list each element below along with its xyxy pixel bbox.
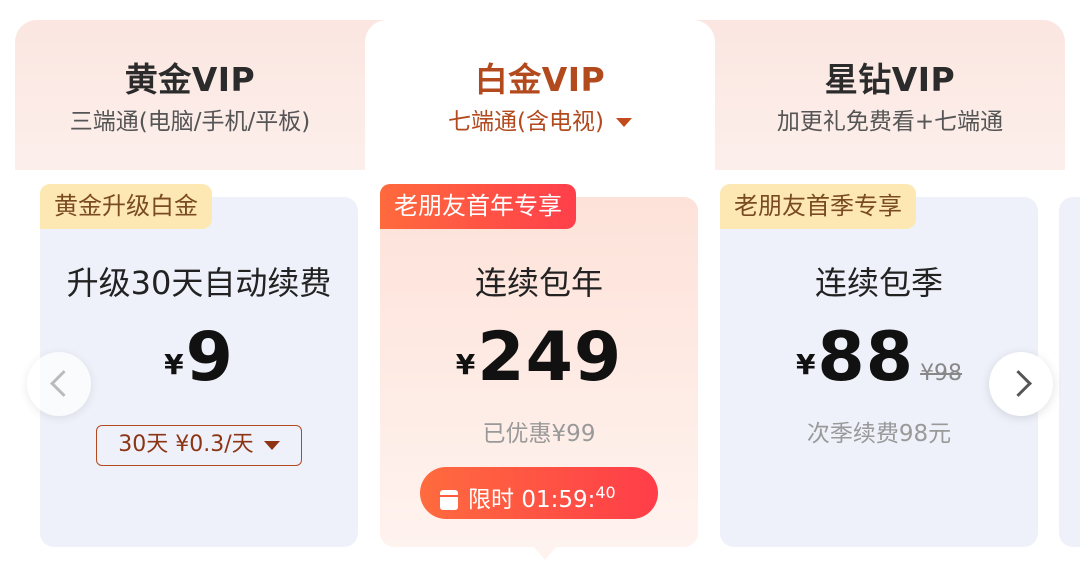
period-select-label: 30天 ¥0.3/天 bbox=[118, 432, 254, 457]
plan-name: 连续包年 bbox=[474, 264, 603, 302]
currency-symbol: ¥ bbox=[455, 348, 476, 381]
promo-badge: 老朋友首季专享 bbox=[720, 184, 916, 229]
tab-platinum-vip[interactable]: 白金VIP 七端通(含电视) bbox=[365, 20, 715, 170]
tab-title: 黄金VIP bbox=[124, 60, 256, 99]
currency-symbol: ¥ bbox=[795, 348, 816, 381]
timer-time: 01:59: bbox=[521, 487, 596, 513]
tab-gold-vip[interactable]: 黄金VIP 三端通(电脑/手机/平板) bbox=[15, 20, 365, 170]
price-amount: 9 bbox=[185, 318, 234, 397]
caret-down-icon bbox=[615, 118, 632, 127]
tab-star-diamond-vip[interactable]: 星钻VIP 加更礼免费看+七端通 bbox=[715, 20, 1065, 170]
plan-price: ¥249 bbox=[380, 318, 698, 397]
price-amount: 249 bbox=[477, 318, 623, 397]
price-amount: 88 bbox=[817, 318, 915, 397]
tab-title: 星钻VIP bbox=[824, 60, 956, 99]
plan-card-next-partial[interactable] bbox=[1059, 197, 1080, 547]
timer-seconds: 40 bbox=[595, 483, 616, 502]
tab-subtitle: 三端通(电脑/手机/平板) bbox=[69, 109, 311, 135]
promo-badge: 老朋友首年专享 bbox=[380, 184, 576, 229]
tab-subtitle-dropdown[interactable]: 七端通(含电视) bbox=[365, 102, 715, 136]
chevron-right-icon[interactable] bbox=[989, 352, 1053, 416]
calendar-icon bbox=[440, 490, 458, 510]
countdown-timer: 限时 01:59:40 bbox=[420, 467, 658, 519]
original-price: ¥98 bbox=[920, 361, 963, 386]
period-select[interactable]: 30天 ¥0.3/天 bbox=[96, 425, 302, 466]
plan-name: 升级30天自动续费 bbox=[66, 264, 332, 302]
selected-pointer bbox=[533, 546, 557, 560]
chevron-left-icon[interactable] bbox=[27, 352, 91, 416]
currency-symbol: ¥ bbox=[164, 348, 184, 381]
tab-subtitle: 加更礼免费看+七端通 bbox=[776, 109, 1004, 135]
tab-title: 白金VIP bbox=[474, 60, 606, 99]
discount-note: 已优惠¥99 bbox=[482, 421, 596, 447]
renewal-note: 次季续费98元 bbox=[806, 421, 952, 447]
plan-name: 连续包季 bbox=[814, 264, 943, 302]
promo-badge: 黄金升级白金 bbox=[40, 184, 212, 229]
tab-subtitle: 七端通(含电视) bbox=[448, 109, 604, 135]
timer-label: 限时 bbox=[468, 487, 514, 513]
caret-down-icon bbox=[263, 440, 280, 450]
